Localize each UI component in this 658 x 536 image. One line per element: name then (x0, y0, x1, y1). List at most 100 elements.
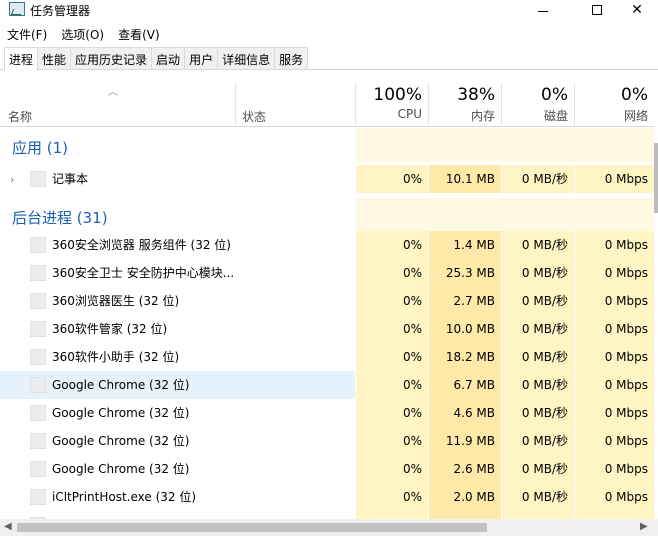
group-usage-fill (356, 198, 654, 232)
process-memory: 4.6 MB (429, 399, 501, 427)
vertical-scrollbar[interactable] (654, 83, 658, 519)
process-network: 0 Mbps (575, 343, 654, 371)
process-row[interactable]: Google Chrome (32 位) 0% 4.6 MB 0 MB/秒 0 … (0, 399, 654, 427)
process-memory: 2.6 MB (429, 455, 501, 483)
tab-performance[interactable]: 性能 (37, 47, 72, 69)
minimize-button[interactable] (520, 0, 566, 20)
process-cpu: 0% (356, 259, 428, 287)
horizontal-scroll-thumb[interactable] (17, 523, 487, 532)
group-header-background[interactable]: 后台进程 (31) (0, 198, 654, 232)
process-row[interactable]: › 记事本 0% 10.1 MB 0 MB/秒 0 Mbps (0, 165, 654, 193)
expand-chevron-icon[interactable]: › (10, 173, 14, 186)
process-name: 360安全卫士 安全防护中心模块... (52, 266, 235, 280)
process-memory: 11.9 MB (429, 427, 501, 455)
scroll-left-icon[interactable]: ◀ (4, 521, 12, 532)
process-network: 0 Mbps (575, 399, 654, 427)
group-title-apps: 应用 (1) (12, 139, 69, 157)
cpu-label: CPU (397, 107, 422, 121)
memory-label: 内存 (470, 109, 495, 123)
column-divider[interactable] (235, 83, 236, 127)
process-name: iCltPrintHost.exe (32 位) (52, 490, 197, 504)
group-header-apps[interactable]: 应用 (1) (0, 128, 654, 162)
process-cpu: 0% (356, 231, 428, 259)
title-bar: 任务管理器 ✕ (0, 0, 658, 20)
process-cpu: 0% (356, 483, 428, 511)
process-memory: 18.2 MB (429, 343, 501, 371)
process-cpu: 0% (356, 371, 428, 399)
process-disk: 0 MB/秒 (502, 259, 574, 287)
process-memory: 6.7 MB (429, 371, 501, 399)
process-row[interactable]: 360浏览器医生 (32 位) 0% 2.7 MB 0 MB/秒 0 Mbps (0, 287, 654, 315)
process-network: 0 Mbps (575, 259, 654, 287)
column-disk[interactable]: 0% 磁盘 (502, 83, 574, 127)
process-cpu: 0% (356, 165, 428, 193)
process-name: Google Chrome (32 位) (52, 406, 190, 420)
process-memory: 1.4 MB (429, 231, 501, 259)
process-icon (30, 489, 46, 505)
column-cpu[interactable]: 100% CPU (356, 83, 428, 127)
menu-bar: 文件(F) 选项(O) 查看(V) (0, 24, 658, 44)
tab-services[interactable]: 服务 (274, 47, 309, 69)
process-network: 0 Mbps (575, 287, 654, 315)
process-cpu: 0% (356, 455, 428, 483)
process-row[interactable]: 360安全浏览器 服务组件 (32 位) 0% 1.4 MB 0 MB/秒 0 … (0, 231, 654, 259)
tab-app-history[interactable]: 应用历史记录 (70, 47, 153, 69)
process-row-partial[interactable] (0, 511, 654, 519)
network-total: 0% (621, 85, 648, 105)
process-disk: 0 MB/秒 (502, 399, 574, 427)
menu-view[interactable]: 查看(V) (111, 24, 167, 44)
tab-processes[interactable]: 进程 (4, 47, 39, 71)
process-memory: 10.1 MB (429, 165, 501, 193)
process-cpu-fill (356, 511, 428, 519)
process-row-selected[interactable]: Google Chrome (32 位) 0% 6.7 MB 0 MB/秒 0 … (0, 371, 654, 399)
column-network[interactable]: 0% 网络 (575, 83, 654, 127)
process-icon (30, 461, 46, 477)
process-row[interactable]: Google Chrome (32 位) 0% 2.6 MB 0 MB/秒 0 … (0, 455, 654, 483)
disk-total: 0% (541, 85, 568, 105)
process-row[interactable]: 360安全卫士 安全防护中心模块... 0% 25.3 MB 0 MB/秒 0 … (0, 259, 654, 287)
close-button[interactable]: ✕ (614, 0, 658, 20)
process-network: 0 Mbps (575, 455, 654, 483)
process-network: 0 Mbps (575, 483, 654, 511)
minimize-icon (538, 10, 548, 12)
process-row[interactable]: 360软件小助手 (32 位) 0% 18.2 MB 0 MB/秒 0 Mbps (0, 343, 654, 371)
menu-options[interactable]: 选项(O) (54, 24, 111, 44)
column-memory[interactable]: 38% 内存 (429, 83, 501, 127)
column-name[interactable]: 名称 (8, 108, 32, 125)
group-usage-fill (356, 128, 654, 162)
disk-label: 磁盘 (543, 109, 568, 123)
process-disk: 0 MB/秒 (502, 231, 574, 259)
process-name: 360安全浏览器 服务组件 (32 位) (52, 238, 231, 252)
process-network: 0 Mbps (575, 165, 654, 193)
tab-startup[interactable]: 启动 (151, 47, 186, 69)
process-disk: 0 MB/秒 (502, 371, 574, 399)
process-name: Google Chrome (32 位) (52, 378, 190, 392)
scroll-right-icon[interactable]: ▶ (640, 521, 648, 532)
tab-bar: 进程 性能 应用历史记录 启动 用户 详细信息 服务 (0, 47, 658, 71)
process-memory-fill (429, 511, 501, 519)
process-cpu: 0% (356, 287, 428, 315)
process-disk-fill (502, 511, 574, 519)
vertical-scroll-thumb[interactable] (654, 143, 658, 213)
tab-details[interactable]: 详细信息 (217, 47, 276, 69)
tab-users[interactable]: 用户 (184, 47, 219, 69)
sort-up-icon: ︿ (108, 87, 118, 98)
process-icon (30, 433, 46, 449)
process-icon (30, 405, 46, 421)
process-disk: 0 MB/秒 (502, 455, 574, 483)
process-row[interactable]: iCltPrintHost.exe (32 位) 0% 2.0 MB 0 MB/… (0, 483, 654, 511)
column-status[interactable]: 状态 (242, 108, 266, 125)
memory-total: 38% (457, 85, 495, 105)
close-icon: ✕ (631, 2, 643, 18)
process-network: 0 Mbps (575, 315, 654, 343)
process-name: Google Chrome (32 位) (52, 462, 190, 476)
window-title: 任务管理器 (30, 4, 91, 18)
process-icon (30, 237, 46, 253)
process-row[interactable]: 360软件管家 (32 位) 0% 10.0 MB 0 MB/秒 0 Mbps (0, 315, 654, 343)
process-disk: 0 MB/秒 (502, 287, 574, 315)
process-icon (30, 321, 46, 337)
horizontal-scrollbar[interactable]: ◀ ▶ (0, 519, 658, 536)
process-row[interactable]: Google Chrome (32 位) 0% 11.9 MB 0 MB/秒 0… (0, 427, 654, 455)
menu-file[interactable]: 文件(F) (0, 24, 54, 44)
maximize-icon (592, 5, 602, 15)
